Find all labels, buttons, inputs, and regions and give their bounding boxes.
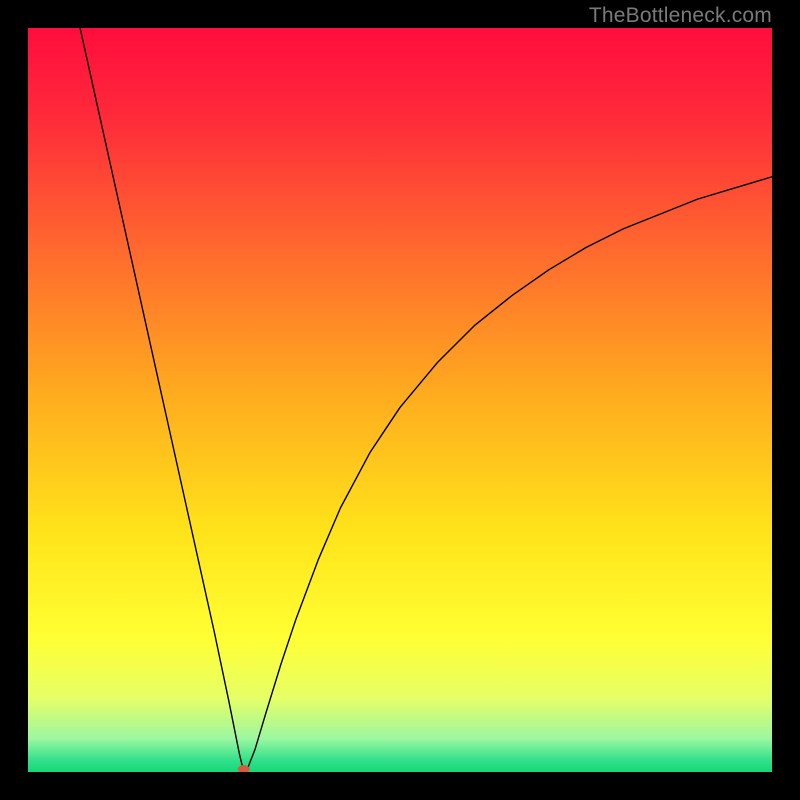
chart-svg [28,28,772,772]
chart-background [28,28,772,772]
watermark-text: TheBottleneck.com [589,4,772,28]
chart-frame [28,28,772,772]
